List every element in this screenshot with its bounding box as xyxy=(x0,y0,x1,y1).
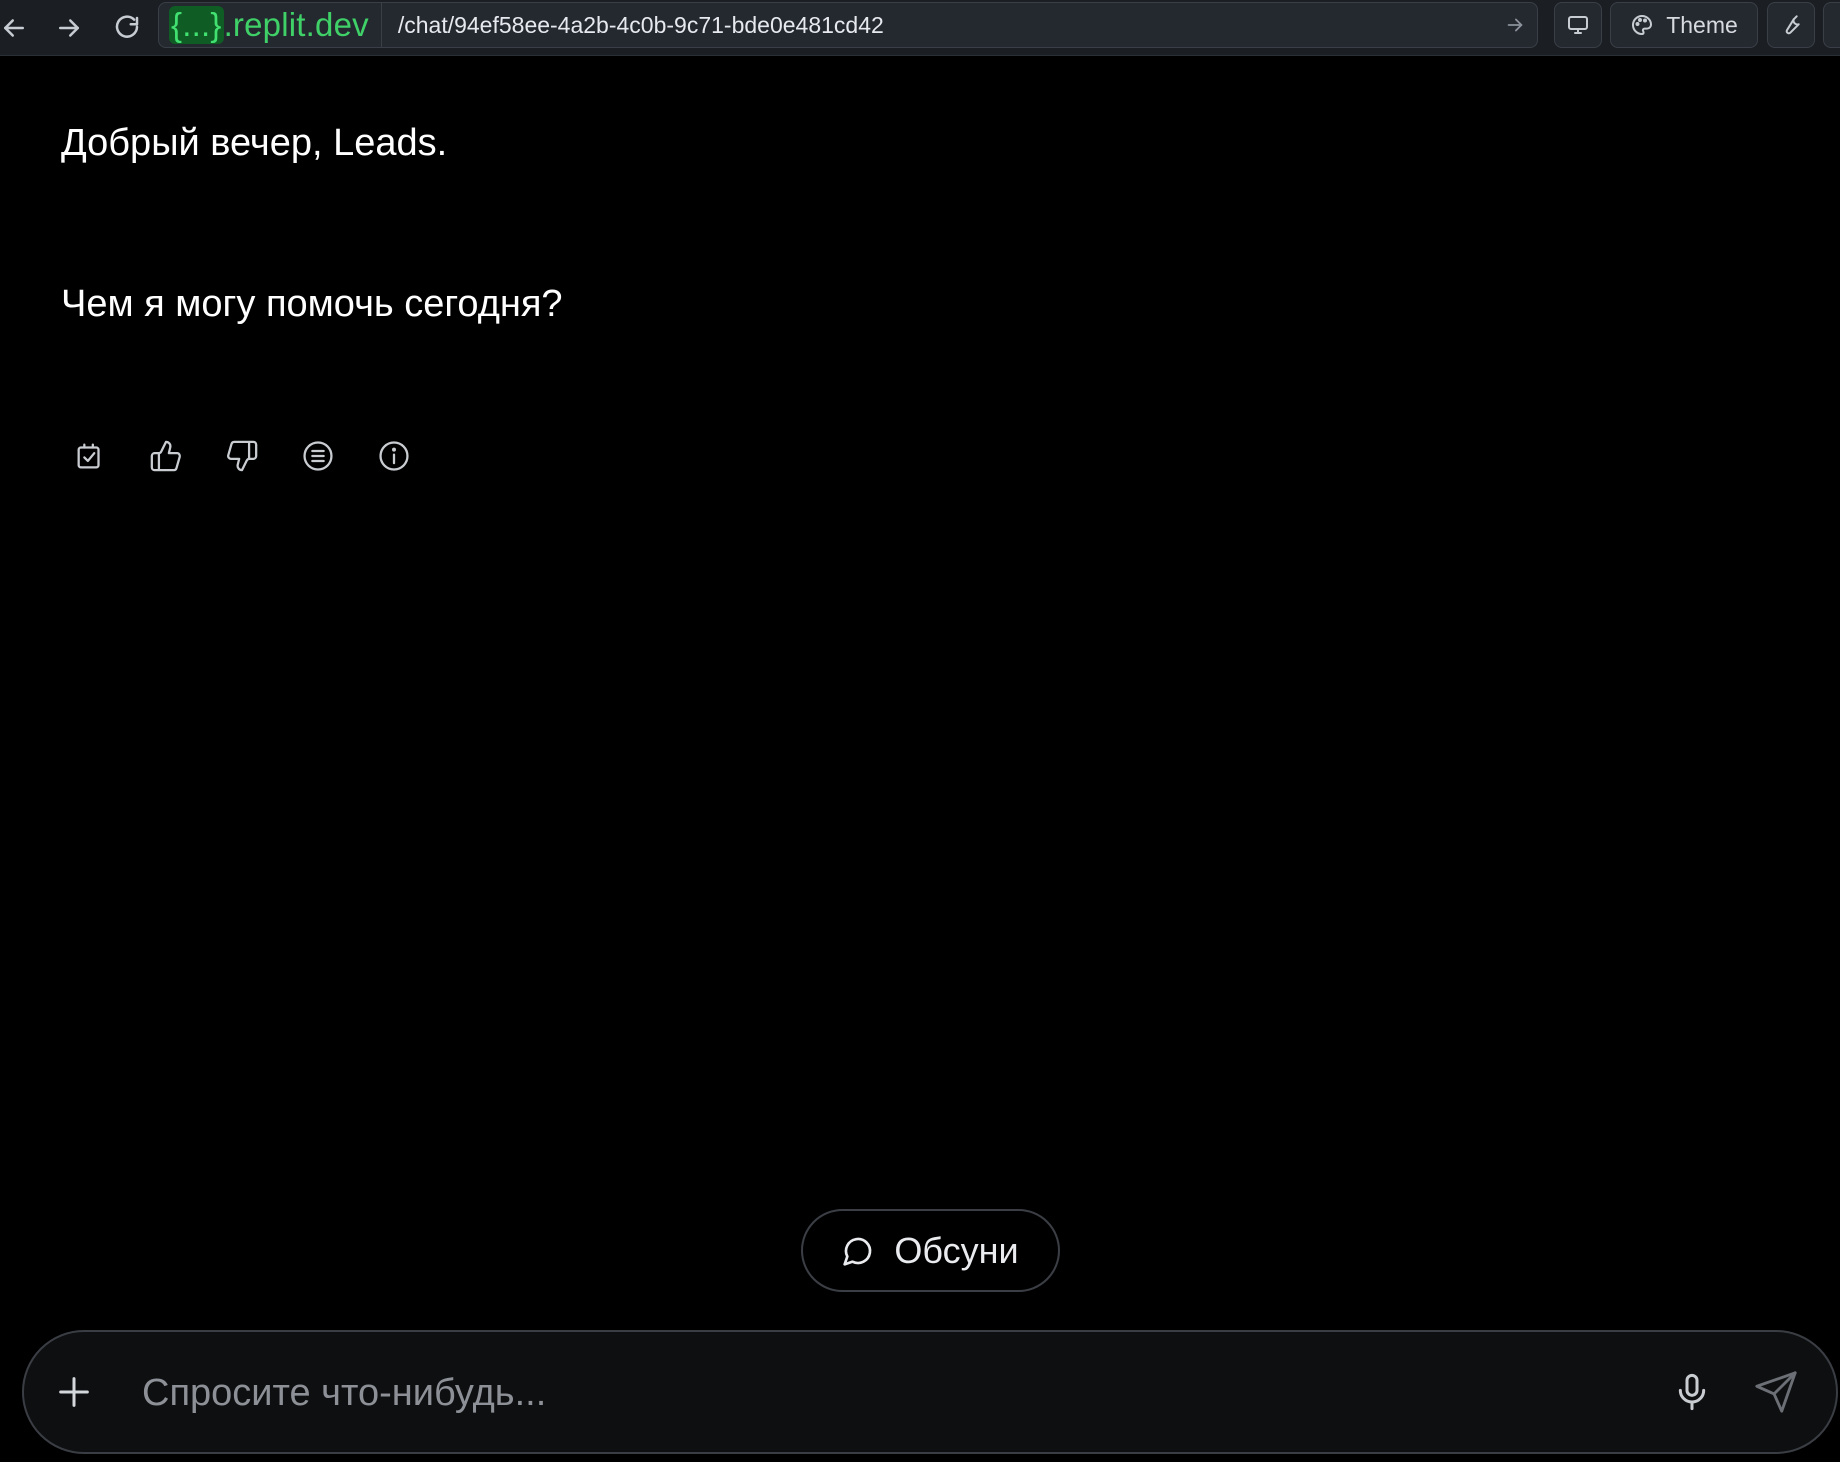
greeting-text: Добрый вечер, Leads. xyxy=(61,122,448,164)
url-host-brace: {...} xyxy=(169,6,224,44)
forward-arrow-icon xyxy=(59,19,79,37)
go-arrow-icon xyxy=(1507,18,1523,32)
page: {...} .replit.dev /chat/94ef58ee-4a2b-4c0… xyxy=(0,0,1840,1462)
copy-check-icon xyxy=(77,443,100,469)
message-actions xyxy=(66,432,446,480)
info-button[interactable] xyxy=(370,432,418,480)
info-icon xyxy=(379,441,409,471)
thumbs-down-icon xyxy=(227,440,258,472)
devtools-button[interactable] xyxy=(1767,2,1815,48)
message-composer xyxy=(22,1330,1838,1454)
chat-bubble-icon xyxy=(843,1237,872,1266)
dislike-button[interactable] xyxy=(218,432,266,480)
summary-button[interactable] xyxy=(294,432,342,480)
plus-icon xyxy=(59,1377,89,1407)
url-go-button[interactable] xyxy=(1493,3,1537,47)
toolbar-overflow-button[interactable] xyxy=(1823,2,1840,48)
browser-toolbar: {...} .replit.dev /chat/94ef58ee-4a2b-4c0… xyxy=(0,0,1840,56)
theme-label: Theme xyxy=(1666,11,1738,38)
discuss-label: Обсуни xyxy=(894,1229,1019,1271)
device-preview-button[interactable] xyxy=(1554,2,1602,48)
url-host-domain: .replit.dev xyxy=(223,6,369,43)
wrench-icon xyxy=(1785,15,1800,35)
url-host: {...} .replit.dev xyxy=(159,3,382,47)
back-arrow-icon xyxy=(4,19,24,37)
like-button[interactable] xyxy=(142,432,190,480)
url-path[interactable]: /chat/94ef58ee-4a2b-4c0b-9c71-bde0e481cd… xyxy=(382,12,1493,39)
reload-button[interactable] xyxy=(103,4,151,52)
prompt-input[interactable] xyxy=(142,1362,1642,1424)
microphone-icon xyxy=(1678,1373,1706,1411)
theme-button[interactable]: Theme xyxy=(1610,2,1758,48)
monitor-icon xyxy=(1568,16,1588,34)
voice-input-button[interactable] xyxy=(1664,1364,1720,1420)
palette-icon xyxy=(1632,15,1653,35)
send-button[interactable] xyxy=(1746,1362,1806,1422)
attach-button[interactable] xyxy=(46,1364,102,1420)
reload-icon xyxy=(115,15,139,38)
list-circle-icon xyxy=(303,441,333,471)
thumbs-up-icon xyxy=(150,440,181,472)
back-button[interactable] xyxy=(0,4,38,52)
forward-button[interactable] xyxy=(45,4,93,52)
copy-button[interactable] xyxy=(66,432,114,480)
address-bar[interactable]: {...} .replit.dev /chat/94ef58ee-4a2b-4c0… xyxy=(158,2,1538,48)
help-prompt-text: Чем я могу помочь сегодня? xyxy=(61,283,563,325)
discuss-button[interactable]: Обсуни xyxy=(801,1209,1060,1292)
send-icon xyxy=(1755,1371,1797,1413)
